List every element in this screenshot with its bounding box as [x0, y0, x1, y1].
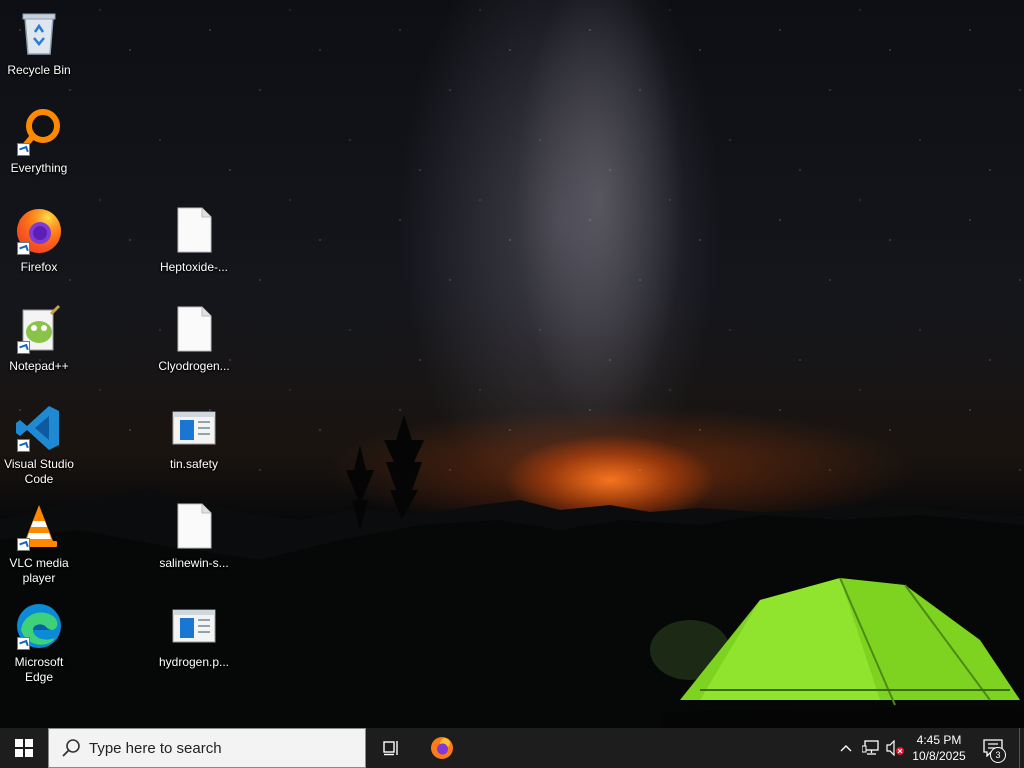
- taskbar-firefox-button[interactable]: [418, 728, 466, 768]
- vlc-icon: [13, 501, 65, 553]
- firefox-icon: [431, 737, 453, 759]
- desktop-icon-vlc[interactable]: VLC media player: [1, 501, 77, 586]
- desktop-icon-tin-safety[interactable]: tin.safety: [156, 402, 232, 472]
- desktop-icon-salinewin[interactable]: salinewin-s...: [156, 501, 232, 571]
- firefox-icon: [13, 205, 65, 257]
- network-icon: [862, 740, 879, 755]
- shortcut-arrow-icon: [17, 439, 30, 452]
- desktop-icon-clyodrogen[interactable]: Clyodrogen...: [156, 304, 232, 374]
- search-input[interactable]: [87, 738, 351, 758]
- show-desktop-button[interactable]: [1019, 728, 1024, 768]
- desktop-icon-vscode[interactable]: Visual Studio Code: [1, 402, 77, 487]
- edge-icon: [13, 600, 65, 652]
- desktop-icon-label: Clyodrogen...: [158, 359, 230, 373]
- network-button[interactable]: [860, 728, 882, 768]
- notepad-plus-plus-icon: [13, 304, 65, 356]
- desktop-icon-label: Firefox: [20, 260, 58, 274]
- desktop-icon-label: Recycle Bin: [7, 63, 71, 77]
- notification-count-badge: 3: [990, 747, 1006, 763]
- shortcut-arrow-icon: [17, 341, 30, 354]
- desktop-icon-recycle-bin[interactable]: Recycle Bin: [1, 8, 77, 78]
- desktop-icon-everything[interactable]: Everything: [1, 106, 77, 176]
- desktop-wallpaper: Recycle Bin Everything Firefox Notepad++…: [0, 0, 1024, 728]
- blank-file-icon: [168, 501, 220, 553]
- desktop-icon-label: Visual Studio Code: [4, 457, 74, 486]
- desktop-icon-label: VLC media player: [9, 556, 69, 585]
- desktop-icon-label: Notepad++: [9, 359, 69, 373]
- desktop-icon-label: hydrogen.p...: [158, 655, 230, 669]
- task-view-icon: [383, 741, 398, 756]
- recycle-bin-icon: [13, 8, 65, 60]
- desktop-icon-label: tin.safety: [169, 457, 219, 471]
- desktop-icon-label: salinewin-s...: [159, 556, 229, 570]
- blank-file-icon: [168, 304, 220, 356]
- search-icon: [62, 739, 80, 757]
- desktop-icon-notepad-plus-plus[interactable]: Notepad++: [1, 304, 77, 374]
- desktop-icon-label: Everything: [10, 161, 68, 175]
- shortcut-arrow-icon: [17, 637, 30, 650]
- clock-date: 10/8/2025: [912, 749, 966, 763]
- desktop-icon-hydrogen[interactable]: hydrogen.p...: [156, 600, 232, 670]
- taskbar-clock[interactable]: 4:45 PM 10/8/2025: [902, 732, 976, 764]
- clock-time: 4:45 PM: [916, 733, 962, 747]
- chevron-up-icon: [840, 745, 852, 752]
- task-view-button[interactable]: [368, 728, 416, 768]
- shortcut-arrow-icon: [17, 143, 30, 156]
- wallpaper-landscape: [0, 415, 1024, 728]
- taskbar-search-box[interactable]: [48, 728, 366, 768]
- show-hidden-icons-button[interactable]: [836, 728, 856, 768]
- shortcut-arrow-icon: [17, 242, 30, 255]
- vscode-icon: [13, 402, 65, 454]
- desktop-icon-firefox[interactable]: Firefox: [1, 205, 77, 275]
- everything-search-icon: [13, 106, 65, 158]
- windows-logo-icon: [15, 739, 33, 757]
- window-file-icon: [168, 600, 220, 652]
- desktop-icon-label: Heptoxide-...: [159, 260, 229, 274]
- blank-file-icon: [168, 205, 220, 257]
- desktop-icon-label: Microsoft Edge: [14, 655, 64, 684]
- window-file-icon: [168, 402, 220, 454]
- desktop-icon-heptoxide[interactable]: Heptoxide-...: [156, 205, 232, 275]
- start-button[interactable]: [0, 728, 48, 768]
- shortcut-arrow-icon: [17, 538, 30, 551]
- taskbar: 4:45 PM 10/8/2025 3: [0, 728, 1024, 768]
- desktop-icon-edge[interactable]: Microsoft Edge: [1, 600, 77, 685]
